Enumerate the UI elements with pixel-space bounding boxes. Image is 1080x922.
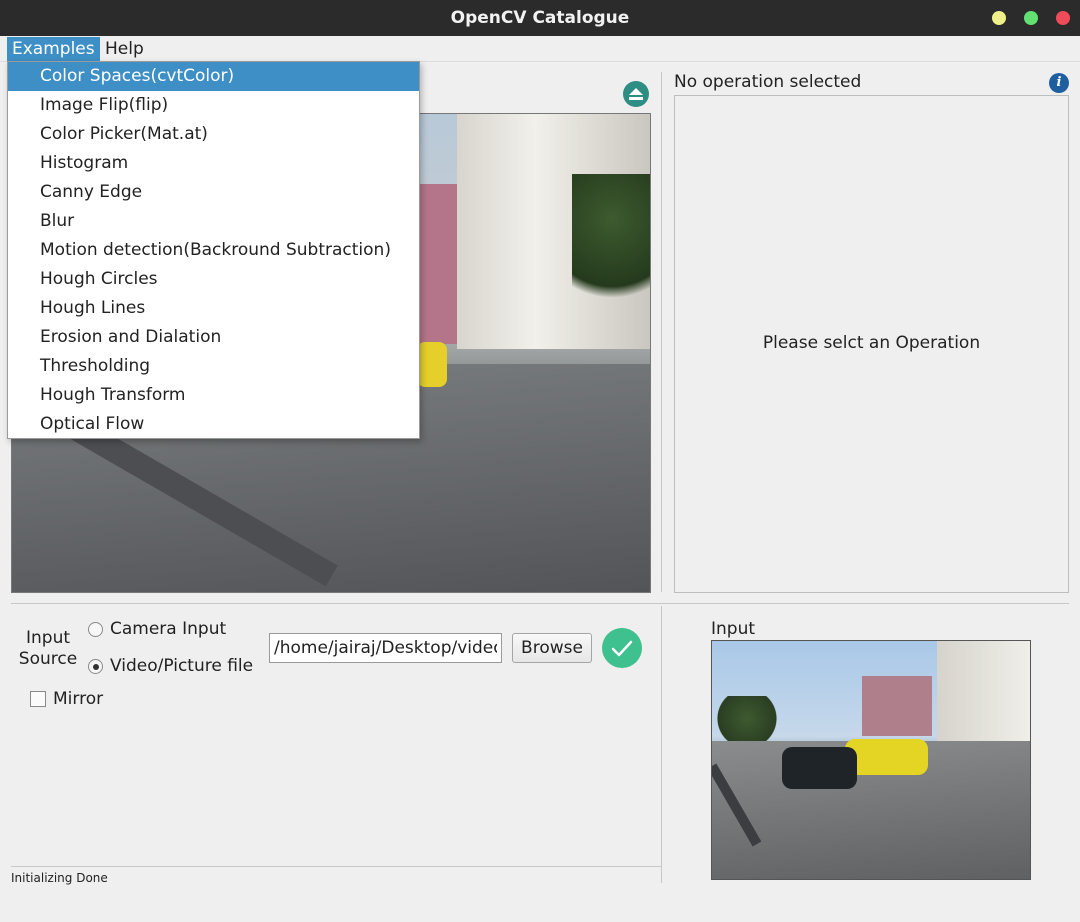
minimize-button[interactable]	[992, 11, 1006, 25]
eject-icon[interactable]	[623, 81, 649, 107]
mirror-checkbox[interactable]	[30, 691, 46, 707]
file-path-input[interactable]	[269, 633, 502, 663]
title-bar: OpenCV Catalogue	[0, 0, 1080, 36]
menu-bar: Examples Help	[0, 36, 1080, 62]
input-building	[937, 641, 1030, 741]
menu-item-hough-circles[interactable]: Hough Circles	[8, 265, 419, 294]
video-file-radio[interactable]	[88, 659, 103, 674]
menu-item-canny-edge[interactable]: Canny Edge	[8, 178, 419, 207]
video-palm-tree	[572, 174, 650, 324]
input-video-display	[711, 640, 1031, 880]
horizontal-splitter[interactable]	[11, 603, 1069, 604]
input-building-pink	[862, 676, 932, 736]
video-yellow-car	[417, 342, 447, 387]
vertical-splitter-bottom[interactable]	[661, 606, 662, 883]
status-text: Initializing Done	[11, 871, 108, 885]
menu-item-hough-transform[interactable]: Hough Transform	[8, 381, 419, 410]
menu-item-color-spaces[interactable]: Color Spaces(cvtColor)	[8, 62, 419, 91]
mirror-label[interactable]: Mirror	[53, 689, 103, 709]
operation-title: No operation selected	[674, 72, 862, 92]
menu-item-motion-detection[interactable]: Motion detection(Backround Subtraction)	[8, 236, 419, 265]
input-source-label: Input Source	[18, 628, 78, 669]
camera-input-label[interactable]: Camera Input	[110, 619, 226, 639]
menu-item-erosion-dialation[interactable]: Erosion and Dialation	[8, 323, 419, 352]
menu-item-hough-lines[interactable]: Hough Lines	[8, 294, 419, 323]
menu-item-color-picker[interactable]: Color Picker(Mat.at)	[8, 120, 419, 149]
camera-input-radio[interactable]	[88, 622, 103, 637]
menu-item-histogram[interactable]: Histogram	[8, 149, 419, 178]
browse-button[interactable]: Browse	[512, 633, 592, 663]
maximize-button[interactable]	[1024, 11, 1038, 25]
operation-panel: Please selct an Operation	[674, 95, 1069, 593]
menu-item-image-flip[interactable]: Image Flip(flip)	[8, 91, 419, 120]
status-divider	[11, 866, 661, 867]
checkmark-icon[interactable]	[602, 628, 642, 668]
input-preview-label: Input	[711, 619, 756, 639]
close-button[interactable]	[1056, 11, 1070, 25]
video-file-label[interactable]: Video/Picture file	[110, 656, 253, 676]
info-icon[interactable]: i	[1049, 73, 1069, 93]
menu-item-optical-flow[interactable]: Optical Flow	[8, 410, 419, 439]
input-yellow-car	[845, 739, 928, 775]
menu-examples[interactable]: Examples	[7, 37, 100, 61]
vertical-splitter[interactable]	[661, 72, 662, 592]
menu-help[interactable]: Help	[100, 37, 149, 61]
input-black-car	[782, 747, 857, 789]
examples-dropdown: Color Spaces(cvtColor) Image Flip(flip) …	[7, 61, 420, 439]
input-trees	[712, 696, 782, 741]
operation-placeholder: Please selct an Operation	[762, 333, 981, 353]
window-title: OpenCV Catalogue	[450, 8, 630, 28]
menu-item-thresholding[interactable]: Thresholding	[8, 352, 419, 381]
menu-item-blur[interactable]: Blur	[8, 207, 419, 236]
